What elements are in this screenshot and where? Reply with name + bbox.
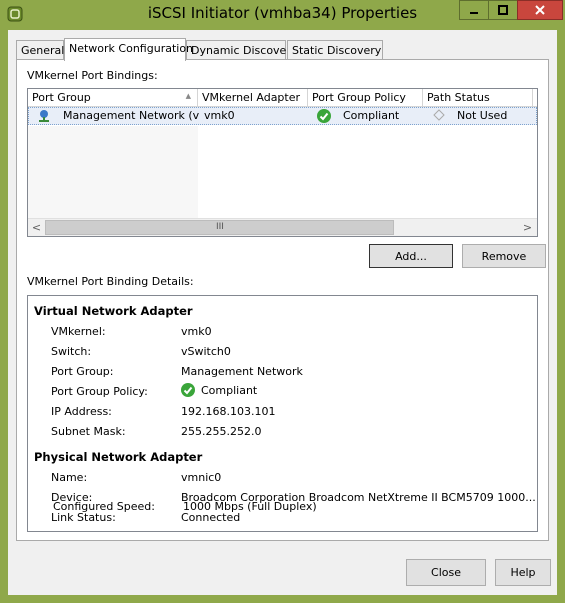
column-header-label: Port Group bbox=[32, 91, 91, 104]
remove-button[interactable]: Remove bbox=[462, 244, 546, 268]
cell-vmkernel-adapter: vmk0 bbox=[204, 109, 235, 122]
close-icon bbox=[535, 5, 545, 15]
column-header-vmkernel-adapter[interactable]: VMkernel Adapter bbox=[198, 89, 308, 107]
close-window-button[interactable] bbox=[517, 0, 563, 20]
policy-status-text: Compliant bbox=[201, 384, 258, 397]
help-button[interactable]: Help bbox=[495, 559, 551, 586]
scroll-left-button[interactable]: < bbox=[28, 219, 45, 236]
name-key: Name: bbox=[51, 471, 88, 484]
scroll-thumb[interactable]: III bbox=[45, 220, 394, 235]
compliant-check-icon bbox=[317, 109, 333, 125]
cell-port-group: Management Network (v... bbox=[63, 109, 199, 122]
column-header-path-status[interactable]: Path Status bbox=[423, 89, 533, 107]
switch-value: vSwitch0 bbox=[181, 345, 231, 358]
cell-path-status: Not Used bbox=[457, 109, 508, 122]
properties-window: iSCSI Initiator (vmhba34) Properties Gen… bbox=[0, 0, 565, 603]
subnet-mask-key: Subnet Mask: bbox=[51, 425, 126, 438]
tab-static-discovery[interactable]: Static Discovery bbox=[287, 40, 383, 60]
scroll-grip-icon: III bbox=[216, 222, 224, 232]
empty-grid-area bbox=[28, 126, 198, 218]
network-icon bbox=[37, 109, 53, 125]
not-used-diamond-icon bbox=[433, 109, 449, 125]
ip-address-value: 192.168.103.101 bbox=[181, 405, 276, 418]
maximize-button[interactable] bbox=[488, 0, 518, 20]
port-bindings-label: VMkernel Port Bindings: bbox=[27, 69, 158, 82]
scroll-right-button[interactable]: > bbox=[519, 219, 536, 236]
ip-address-key: IP Address: bbox=[51, 405, 112, 418]
column-header-port-group-policy[interactable]: Port Group Policy bbox=[308, 89, 423, 107]
port-bindings-grid[interactable]: Port Group ▲ VMkernel Adapter Port Group… bbox=[27, 88, 538, 237]
horizontal-scrollbar[interactable]: < III > bbox=[28, 218, 537, 236]
binding-details-panel: Virtual Network Adapter VMkernel: vmk0 S… bbox=[27, 295, 538, 532]
cell-port-group-policy: Compliant bbox=[343, 109, 400, 122]
tab-dynamic-discovery[interactable]: Dynamic Discovery bbox=[186, 40, 297, 60]
virtual-adapter-heading: Virtual Network Adapter bbox=[34, 304, 193, 318]
tab-network-configuration[interactable]: Network Configuration bbox=[64, 38, 193, 61]
column-header-port-group[interactable]: Port Group ▲ bbox=[28, 89, 198, 107]
minimize-button[interactable] bbox=[459, 0, 489, 20]
minimize-icon bbox=[470, 12, 478, 14]
physical-adapter-heading: Physical Network Adapter bbox=[34, 450, 203, 464]
port-group-policy-value: Compliant bbox=[181, 383, 257, 397]
add-button[interactable]: Add... bbox=[369, 244, 453, 268]
port-group-policy-key: Port Group Policy: bbox=[51, 385, 148, 398]
binding-details-label: VMkernel Port Binding Details: bbox=[27, 275, 194, 288]
close-button[interactable]: Close bbox=[406, 559, 486, 586]
sort-ascending-icon: ▲ bbox=[185, 92, 191, 100]
vmkernel-key: VMkernel: bbox=[51, 325, 106, 338]
maximize-icon bbox=[498, 5, 508, 15]
configured-speed-value: 1000 Mbps (Full Duplex) bbox=[183, 500, 317, 513]
compliant-check-icon bbox=[181, 383, 195, 397]
network-configuration-panel: VMkernel Port Bindings: Port Group ▲ VMk… bbox=[16, 59, 549, 541]
grid-header: Port Group ▲ VMkernel Adapter Port Group… bbox=[28, 89, 537, 107]
tab-general[interactable]: General bbox=[16, 40, 64, 60]
title-bar[interactable]: iSCSI Initiator (vmhba34) Properties bbox=[0, 0, 565, 30]
port-group-key: Port Group: bbox=[51, 365, 114, 378]
subnet-mask-value: 255.255.252.0 bbox=[181, 425, 262, 438]
table-row[interactable]: Management Network (v... vmk0 Compliant … bbox=[28, 107, 537, 125]
name-value: vmnic0 bbox=[181, 471, 222, 484]
dialog-client-area: General Network Configuration Dynamic Di… bbox=[8, 30, 557, 595]
port-group-value: Management Network bbox=[181, 365, 303, 378]
vmkernel-value: vmk0 bbox=[181, 325, 212, 338]
switch-key: Switch: bbox=[51, 345, 92, 358]
configured-speed-key: Configured Speed: bbox=[53, 500, 155, 513]
